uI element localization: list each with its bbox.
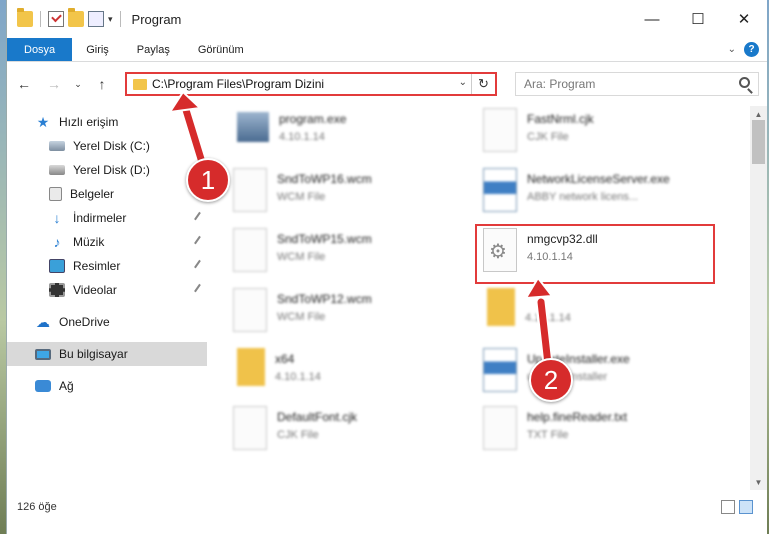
refresh-icon[interactable]: ↻ (471, 74, 495, 94)
file-item[interactable]: NetworkLicenseServer.exe ABBY network lic… (483, 168, 723, 224)
download-icon: ↓ (53, 210, 61, 226)
recent-locations-chevron-icon[interactable]: ⌄ (73, 73, 83, 95)
document-file-icon (233, 168, 267, 212)
tab-home[interactable]: Giriş (72, 38, 123, 61)
pin-icon (194, 235, 205, 248)
pin-icon (194, 211, 205, 224)
item-count: 126 öğe (17, 501, 57, 513)
main-area: ★ Hızlı erişim Yerel Disk (C:) Yerel Dis… (7, 106, 767, 490)
customize-toolbar-caret-icon[interactable]: ▾ (108, 14, 113, 25)
application-file-icon (483, 168, 517, 212)
folder-icon (17, 8, 33, 27)
pictures-icon (49, 259, 65, 273)
file-item[interactable]: UpdateInstaller.exeupdates installer (483, 348, 723, 404)
help-icon[interactable]: ? (744, 42, 759, 57)
pin-icon (194, 139, 205, 152)
document-file-icon (483, 108, 517, 152)
file-item[interactable]: SndToWP15.wcm WCM File (233, 228, 473, 284)
documents-icon (49, 187, 62, 201)
search-input[interactable]: Ara: Program (515, 72, 759, 96)
sidebar-item-onedrive[interactable]: ☁ OneDrive (7, 310, 207, 334)
exe-file-icon (237, 112, 269, 142)
callout-badge-1: 1 (186, 158, 230, 202)
title-bar: ▾ Program — ☐ ✕ (7, 0, 767, 38)
sidebar-item-this-pc[interactable]: Bu bilgisayar (7, 342, 207, 366)
file-item[interactable]: program.exe 4.10.1.14 (237, 108, 477, 164)
file-item[interactable]: FastNrml.cjk CJK File (483, 108, 723, 164)
network-icon (35, 380, 51, 392)
navigation-bar: ← → ⌄ ↑ C:\Program Files\Program Dizini … (7, 62, 767, 106)
vertical-scrollbar[interactable]: ▲ ▼ (750, 106, 767, 490)
address-path: C:\Program Files\Program Dizini (152, 77, 325, 91)
sidebar-item-videos[interactable]: Videolar (7, 278, 207, 302)
explorer-window: ▾ Program — ☐ ✕ Dosya Giriş Paylaş Görün… (6, 0, 767, 534)
address-dropdown-icon[interactable]: ⌄ (459, 77, 467, 88)
minimize-button[interactable]: — (629, 0, 675, 38)
search-placeholder: Ara: Program (524, 77, 596, 91)
navigation-pane: ★ Hızlı erişim Yerel Disk (C:) Yerel Dis… (7, 106, 207, 490)
file-item[interactable]: SndToWP16.wcm WCM File (233, 168, 473, 224)
pin-icon (194, 259, 205, 272)
pin-icon (194, 283, 205, 296)
details-view-icon[interactable] (721, 500, 735, 514)
sidebar-item-pictures[interactable]: Resimler (7, 254, 207, 278)
folder-icon (133, 78, 147, 90)
computer-icon (35, 348, 51, 360)
sidebar-item-disk-d[interactable]: Yerel Disk (D:) (7, 158, 207, 182)
sidebar-item-disk-c[interactable]: Yerel Disk (C:) (7, 134, 207, 158)
document-file-icon (233, 406, 267, 450)
sidebar-item-downloads[interactable]: ↓ İndirmeler (7, 206, 207, 230)
file-list: program.exe 4.10.1.14 FastNrml.cjk CJK Fil… (207, 106, 767, 490)
file-item[interactable]: x64 4.10.1.14 (237, 348, 477, 404)
window-controls: — ☐ ✕ (629, 0, 767, 38)
status-bar: 126 öğe (7, 494, 767, 520)
folder-icon (237, 348, 265, 386)
file-item[interactable]: 4.10.1.14 (487, 288, 727, 344)
view-options-icon[interactable] (88, 11, 104, 27)
file-item[interactable]: help.fineReader.txt TXT File (483, 406, 723, 462)
quick-access-toolbar: ▾ (17, 8, 124, 27)
forward-arrow-icon[interactable]: → (43, 73, 65, 95)
highlight-box (475, 224, 715, 284)
sidebar-item-music[interactable]: ♪ Müzik (7, 230, 207, 254)
callout-badge-2: 2 (529, 358, 573, 402)
expand-ribbon-chevron-icon[interactable]: ⌄ (728, 44, 736, 55)
file-item[interactable]: SndToWP12.wcm WCM File (233, 288, 473, 344)
music-icon: ♪ (53, 234, 61, 250)
properties-check-icon[interactable] (48, 11, 64, 27)
drive-icon (49, 141, 65, 151)
folder-icon (487, 288, 515, 326)
sidebar-item-quick-access[interactable]: ★ Hızlı erişim (7, 110, 207, 134)
up-arrow-icon[interactable]: ↑ (91, 73, 113, 95)
close-button[interactable]: ✕ (721, 0, 767, 38)
file-item[interactable]: DefaultFont.cjk CJK File (233, 406, 473, 462)
ribbon-tabs: Dosya Giriş Paylaş Görünüm ⌄ ? (7, 38, 767, 62)
new-folder-icon[interactable] (68, 8, 84, 27)
drive-icon (49, 165, 65, 175)
sidebar-item-documents[interactable]: Belgeler (7, 182, 207, 206)
address-bar[interactable]: C:\Program Files\Program Dizini ⌄ ↻ (125, 72, 497, 96)
window-title: Program (131, 11, 182, 27)
back-arrow-icon[interactable]: ← (13, 73, 35, 95)
videos-icon (49, 283, 65, 297)
scrollbar-thumb[interactable] (752, 120, 765, 164)
application-file-icon (483, 348, 517, 392)
document-file-icon (233, 288, 267, 332)
sidebar-item-network[interactable]: Ağ (7, 374, 207, 398)
tab-share[interactable]: Paylaş (123, 38, 184, 61)
tiles-view-icon[interactable] (739, 500, 753, 514)
tab-view[interactable]: Görünüm (184, 38, 258, 61)
star-icon: ★ (36, 113, 50, 130)
search-icon (739, 77, 750, 88)
cloud-icon: ☁ (36, 313, 50, 330)
maximize-button[interactable]: ☐ (675, 0, 721, 38)
document-file-icon (483, 406, 517, 450)
scroll-down-icon[interactable]: ▼ (750, 474, 767, 490)
document-file-icon (233, 228, 267, 272)
tab-file[interactable]: Dosya (7, 38, 73, 61)
